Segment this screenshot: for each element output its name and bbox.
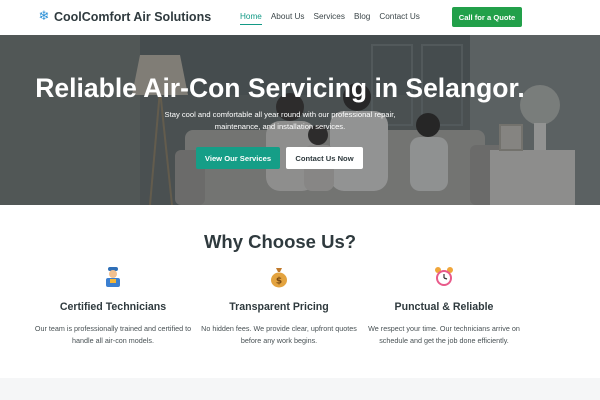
- feature-card-punctual: Punctual & Reliable We respect your time…: [364, 265, 524, 347]
- svg-text:$: $: [276, 277, 282, 287]
- nav-link-about[interactable]: About Us: [271, 11, 305, 25]
- feature-description: No hidden fees. We provide clear, upfron…: [201, 324, 357, 345]
- hero-section: Reliable Air-Con Servicing in Selangor. …: [0, 35, 600, 205]
- feature-card-pricing: $ Transparent Pricing No hidden fees. We…: [199, 265, 359, 347]
- feature-description: We respect your time. Our technicians ar…: [368, 324, 520, 345]
- why-choose-title: Why Choose Us?: [203, 231, 357, 252]
- feature-title: Punctual & Reliable: [394, 301, 494, 313]
- next-section-band: [0, 378, 600, 400]
- hero-subtitle: Stay cool and comfortable all year round…: [164, 110, 396, 131]
- technician-icon: [33, 265, 193, 289]
- nav-link-contact[interactable]: Contact Us: [379, 11, 420, 25]
- brand-logo[interactable]: ❄ CoolComfort Air Solutions: [38, 9, 212, 25]
- main-nav: Home About Us Services Blog Contact Us: [240, 11, 429, 25]
- feature-card-technicians: Certified Technicians Our team is profes…: [33, 265, 193, 347]
- view-services-button[interactable]: View Our Services: [196, 147, 280, 169]
- contact-us-button[interactable]: Contact Us Now: [286, 147, 363, 169]
- page: ❄ CoolComfort Air Solutions Home About U…: [0, 0, 600, 400]
- feature-title: Certified Technicians: [59, 301, 167, 313]
- brand-name: CoolComfort Air Solutions: [54, 10, 212, 24]
- nav-link-blog[interactable]: Blog: [354, 11, 370, 25]
- alarm-clock-icon: [364, 265, 524, 289]
- money-bag-icon: $: [199, 265, 359, 289]
- site-header: ❄ CoolComfort Air Solutions Home About U…: [0, 0, 600, 35]
- snowflake-icon: ❄: [38, 9, 50, 24]
- call-for-quote-button[interactable]: Call for a Quote: [452, 7, 522, 27]
- hero-title: Reliable Air-Con Servicing in Selangor.: [35, 73, 525, 103]
- nav-link-home[interactable]: Home: [240, 11, 262, 25]
- feature-title: Transparent Pricing: [229, 301, 329, 313]
- nav-link-services[interactable]: Services: [314, 11, 345, 25]
- feature-description: Our team is professionally trained and c…: [34, 324, 192, 345]
